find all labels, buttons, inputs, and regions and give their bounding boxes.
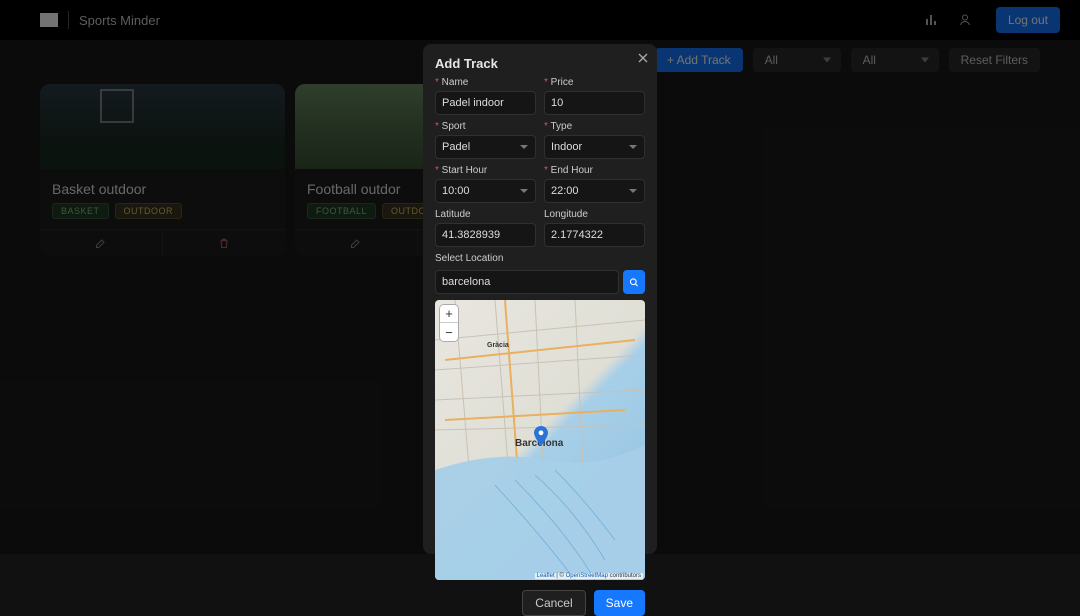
modal-title: Add Track [435, 56, 645, 71]
lon-input[interactable] [544, 223, 645, 247]
start-hour-label: Start Hour [435, 165, 536, 176]
modal-overlay: Add Track Name Price Sport Padel Type In… [0, 0, 1080, 554]
cancel-button[interactable]: Cancel [522, 590, 585, 616]
close-icon[interactable] [637, 52, 649, 67]
type-label: Type [544, 121, 645, 132]
select-location-label: Select Location [435, 253, 645, 264]
location-search-input[interactable] [435, 270, 619, 294]
price-input[interactable] [544, 91, 645, 115]
lat-input[interactable] [435, 223, 536, 247]
price-label: Price [544, 77, 645, 88]
name-input[interactable] [435, 91, 536, 115]
map-label-gracia: Gràcia [487, 342, 509, 349]
add-track-modal: Add Track Name Price Sport Padel Type In… [423, 44, 657, 554]
map-zoom-controls: + − [440, 305, 458, 341]
save-button[interactable]: Save [594, 590, 645, 616]
lat-label: Latitude [435, 209, 536, 220]
zoom-in-button[interactable]: + [440, 305, 458, 323]
end-hour-select[interactable]: 22:00 [544, 179, 645, 203]
modal-footer: Cancel Save [435, 590, 645, 616]
location-search-button[interactable] [623, 270, 645, 294]
name-label: Name [435, 77, 536, 88]
map-marker-icon [534, 426, 548, 446]
leaflet-link[interactable]: Leaflet [537, 573, 555, 579]
type-select[interactable]: Indoor [544, 135, 645, 159]
sport-select[interactable]: Padel [435, 135, 536, 159]
map[interactable]: + − Gràcia Barcelona Leaflet | © OpenStr… [435, 300, 645, 580]
map-attribution: Leaflet | © OpenStreetMap contributors [535, 573, 643, 579]
start-hour-select[interactable]: 10:00 [435, 179, 536, 203]
osm-link[interactable]: OpenStreetMap [566, 573, 608, 579]
lon-label: Longitude [544, 209, 645, 220]
sport-label: Sport [435, 121, 536, 132]
end-hour-label: End Hour [544, 165, 645, 176]
zoom-out-button[interactable]: − [440, 323, 458, 341]
